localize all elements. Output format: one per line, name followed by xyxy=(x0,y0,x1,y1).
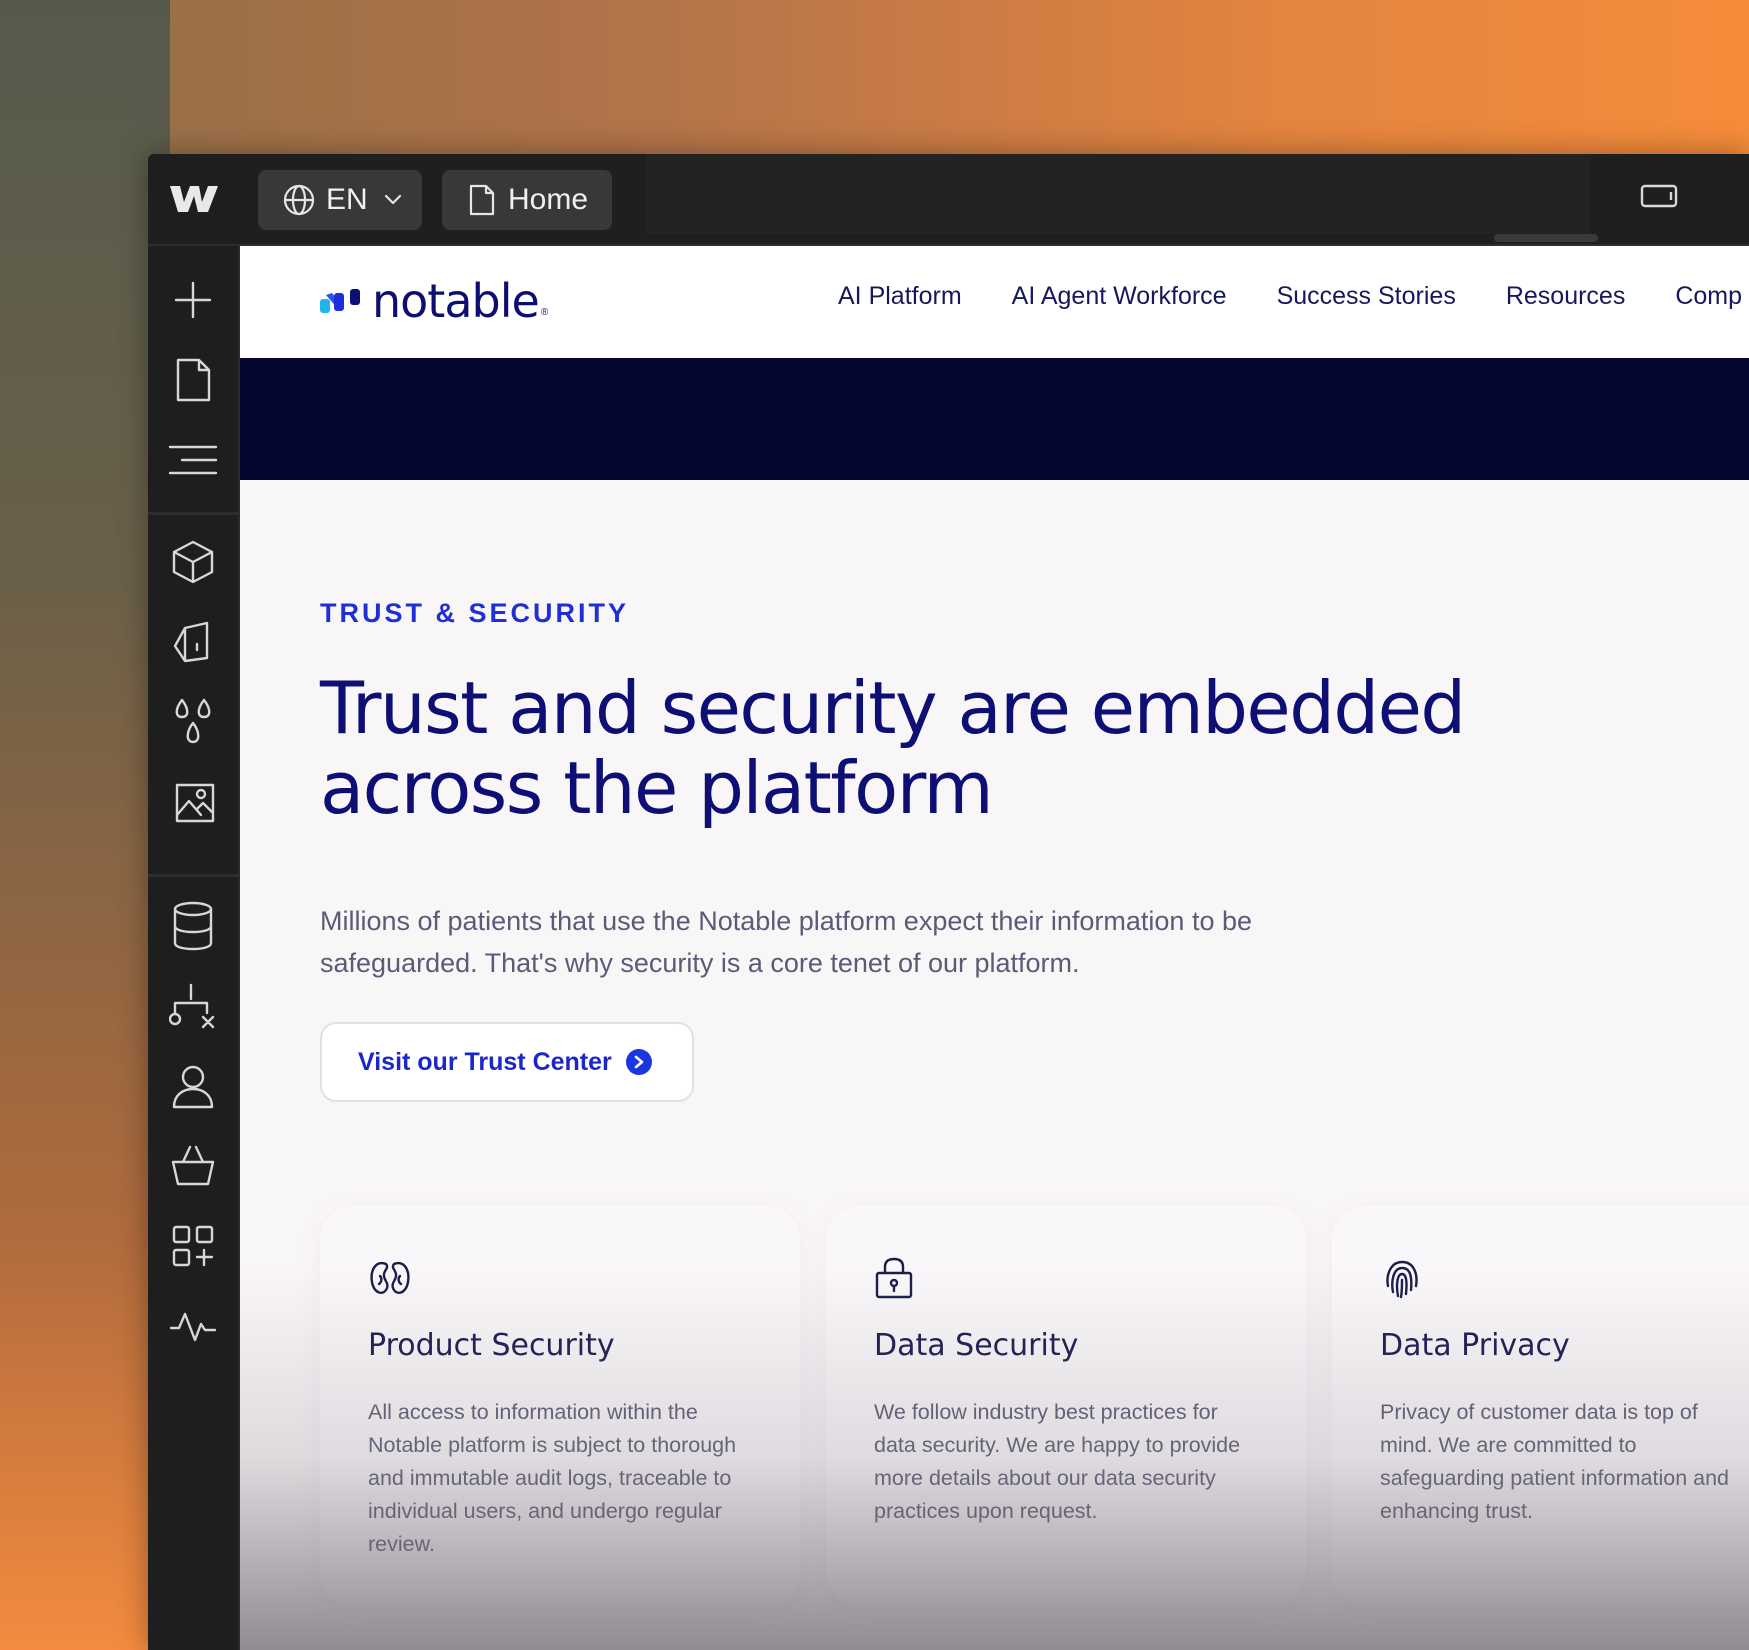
page-headline: Trust and security are embedded across t… xyxy=(320,666,1466,830)
logo-wordmark: notable xyxy=(372,274,540,328)
card-body: We follow industry best practices for da… xyxy=(874,1400,1241,1523)
page-switcher[interactable]: Home xyxy=(442,170,612,230)
security-cards: Product Security All access to informati… xyxy=(320,1206,1749,1606)
announcement-band xyxy=(240,358,1749,480)
card-title: Data Privacy xyxy=(1380,1328,1570,1363)
canvas-scroll-indicator[interactable] xyxy=(1494,234,1598,242)
cms-database-icon[interactable] xyxy=(148,886,238,966)
site-nav-links: AI Platform AI Agent Workforce Success S… xyxy=(838,282,1749,311)
designer-window: EN Home notable ® AI Platform AI Agent W… xyxy=(148,154,1749,1650)
webflow-logo[interactable] xyxy=(148,154,238,246)
fingerprint-icon xyxy=(1380,1256,1424,1305)
apps-icon[interactable] xyxy=(148,1206,238,1286)
background-top xyxy=(170,0,1749,170)
ecommerce-basket-icon[interactable] xyxy=(148,1126,238,1206)
lock-icon xyxy=(874,1256,914,1305)
navigator-icon[interactable] xyxy=(148,420,238,500)
add-icon[interactable] xyxy=(148,260,238,340)
components-icon[interactable] xyxy=(148,522,238,602)
nav-link-ai-agent-workforce[interactable]: AI Agent Workforce xyxy=(1012,282,1227,311)
left-toolbar xyxy=(148,154,240,1650)
card-data-privacy: Data Privacy Privacy of customer data is… xyxy=(1332,1206,1749,1606)
page-icon xyxy=(468,183,496,217)
card-body: Privacy of customer data is top of mind.… xyxy=(1380,1400,1730,1523)
card-body: All access to information within the Not… xyxy=(368,1400,737,1556)
chevron-right-circle-icon xyxy=(625,1049,652,1075)
page-label: Home xyxy=(508,183,589,216)
trust-center-button[interactable]: Visit our Trust Center xyxy=(320,1022,694,1102)
notable-logo-mark xyxy=(320,289,360,313)
trust-center-label: Visit our Trust Center xyxy=(358,1047,612,1076)
style-selectors-icon[interactable] xyxy=(148,602,238,682)
nav-link-resources[interactable]: Resources xyxy=(1506,282,1626,311)
background-left xyxy=(0,0,170,1650)
pages-icon[interactable] xyxy=(148,340,238,420)
locale-label: EN xyxy=(326,183,368,216)
users-icon[interactable] xyxy=(148,1046,238,1126)
variables-icon[interactable] xyxy=(148,682,238,762)
card-title: Data Security xyxy=(874,1328,1079,1363)
insights-activity-icon[interactable] xyxy=(148,1286,238,1366)
notable-logo[interactable]: notable ® xyxy=(320,274,548,328)
assets-icon[interactable] xyxy=(148,762,238,842)
top-bar: EN Home xyxy=(238,154,1749,246)
card-product-security: Product Security All access to informati… xyxy=(320,1206,800,1606)
locale-switcher[interactable]: EN xyxy=(258,170,422,230)
hero-lead-text: Millions of patients that use the Notabl… xyxy=(320,906,1253,978)
card-data-security: Data Security We follow industry best pr… xyxy=(826,1206,1306,1606)
globe-icon xyxy=(282,183,316,217)
nav-link-success-stories[interactable]: Success Stories xyxy=(1277,282,1456,311)
section-eyebrow: TRUST & SECURITY xyxy=(320,598,630,628)
logic-icon[interactable] xyxy=(148,966,238,1046)
card-title: Product Security xyxy=(368,1328,615,1363)
kidneys-icon xyxy=(368,1256,412,1305)
nav-link-company[interactable]: Comp xyxy=(1675,282,1742,311)
logo-registered-mark: ® xyxy=(540,306,549,318)
tablet-breakpoint-icon[interactable] xyxy=(1640,182,1678,215)
chevron-down-icon xyxy=(384,194,402,206)
site-canvas: notable ® AI Platform AI Agent Workforce… xyxy=(240,246,1749,1650)
site-header: notable ® AI Platform AI Agent Workforce… xyxy=(240,246,1749,358)
nav-link-ai-platform[interactable]: AI Platform xyxy=(838,282,962,311)
